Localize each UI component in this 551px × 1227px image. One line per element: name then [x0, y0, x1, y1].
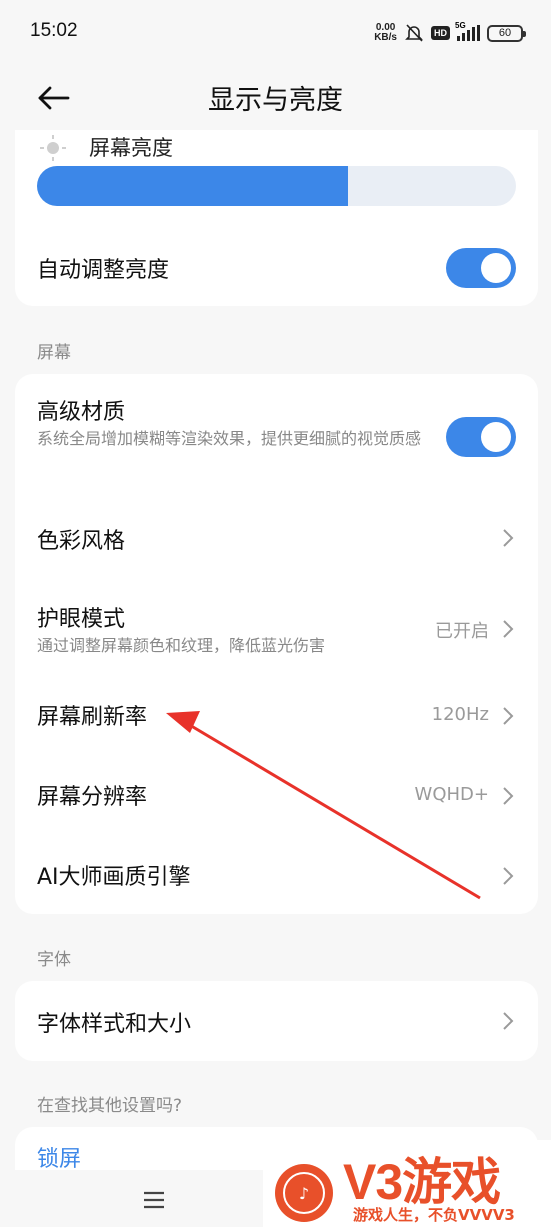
- row-refresh-rate[interactable]: 屏幕刷新率 120Hz: [15, 674, 538, 754]
- sun-icon: [40, 135, 66, 161]
- net-speed: 0.00 KB/s: [374, 22, 397, 43]
- section-label-search: 在查找其他设置吗?: [37, 1096, 183, 1116]
- font-card: 字体样式和大小: [15, 981, 538, 1061]
- brightness-slider-fill: [37, 166, 349, 206]
- row-title: 高级材质: [37, 400, 126, 425]
- brightness-slider[interactable]: [37, 166, 516, 206]
- row-title: AI大师画质引擎: [37, 865, 191, 890]
- row-title: 屏幕分辨率: [37, 785, 148, 810]
- row-color-style[interactable]: 色彩风格: [15, 496, 538, 576]
- page-title: 显示与亮度: [208, 85, 343, 116]
- chevron-right-icon: [503, 707, 514, 725]
- auto-brightness-label: 自动调整亮度: [37, 258, 170, 283]
- row-advanced-material[interactable]: 高级材质 系统全局增加模糊等渲染效果，提供更细腻的视觉质感: [15, 374, 538, 496]
- row-value: 120Hz: [431, 704, 489, 725]
- watermark: ♪ V3游戏 游戏人生，不负VVVV3: [263, 1140, 551, 1227]
- row-title: 色彩风格: [37, 529, 126, 554]
- advanced-material-toggle[interactable]: [446, 417, 516, 457]
- chevron-right-icon: [503, 529, 514, 547]
- row-resolution[interactable]: 屏幕分辨率 WQHD+: [15, 754, 538, 834]
- signal-icon: 5G: [455, 21, 480, 41]
- row-title: 屏幕刷新率: [37, 705, 148, 730]
- status-bar: 15:02 0.00 KB/s HD 5G 60: [0, 0, 551, 66]
- chevron-right-icon: [503, 620, 514, 638]
- brightness-label: 屏幕亮度: [89, 136, 173, 160]
- chevron-right-icon: [503, 787, 514, 805]
- screen-card: 高级材质 系统全局增加模糊等渲染效果，提供更细腻的视觉质感 色彩风格 护眼模式 …: [15, 374, 538, 914]
- row-value: 已开启: [435, 621, 489, 642]
- watermark-logo: ♪: [275, 1164, 333, 1222]
- chevron-right-icon: [503, 867, 514, 885]
- status-time: 15:02: [30, 20, 78, 41]
- row-ai-engine[interactable]: AI大师画质引擎: [15, 834, 538, 914]
- mute-bell-icon: [405, 24, 423, 42]
- section-label-font: 字体: [37, 950, 71, 970]
- hd-badge: HD: [431, 26, 450, 40]
- row-title: 护眼模式: [37, 607, 126, 632]
- menu-icon[interactable]: [141, 1190, 167, 1210]
- header: 显示与亮度: [0, 66, 551, 130]
- battery-icon: 60: [487, 24, 526, 42]
- row-value: WQHD+: [414, 784, 489, 805]
- row-font-style[interactable]: 字体样式和大小: [15, 981, 538, 1061]
- auto-brightness-toggle[interactable]: [446, 248, 516, 288]
- brightness-card: 屏幕亮度 自动调整亮度: [15, 130, 538, 306]
- row-eye-care[interactable]: 护眼模式 通过调整屏幕颜色和纹理，降低蓝光伤害 已开启: [15, 576, 538, 674]
- row-subtitle: 通过调整屏幕颜色和纹理，降低蓝光伤害: [37, 636, 326, 655]
- section-label-screen: 屏幕: [37, 343, 71, 363]
- svg-text:♪: ♪: [299, 1184, 309, 1203]
- row-subtitle: 系统全局增加模糊等渲染效果，提供更细腻的视觉质感: [37, 429, 422, 448]
- row-title: 字体样式和大小: [37, 1012, 192, 1037]
- watermark-slogan: 游戏人生，不负VVVV3: [353, 1206, 515, 1224]
- chevron-right-icon: [503, 1012, 514, 1030]
- lock-screen-link[interactable]: 锁屏: [37, 1141, 81, 1170]
- settings-list[interactable]: 屏幕亮度 自动调整亮度 屏幕 高级材质 系统全局增加模糊等渲染效果，提供更细腻的…: [0, 130, 551, 1170]
- status-icons: 0.00 KB/s HD 5G 60: [374, 20, 526, 46]
